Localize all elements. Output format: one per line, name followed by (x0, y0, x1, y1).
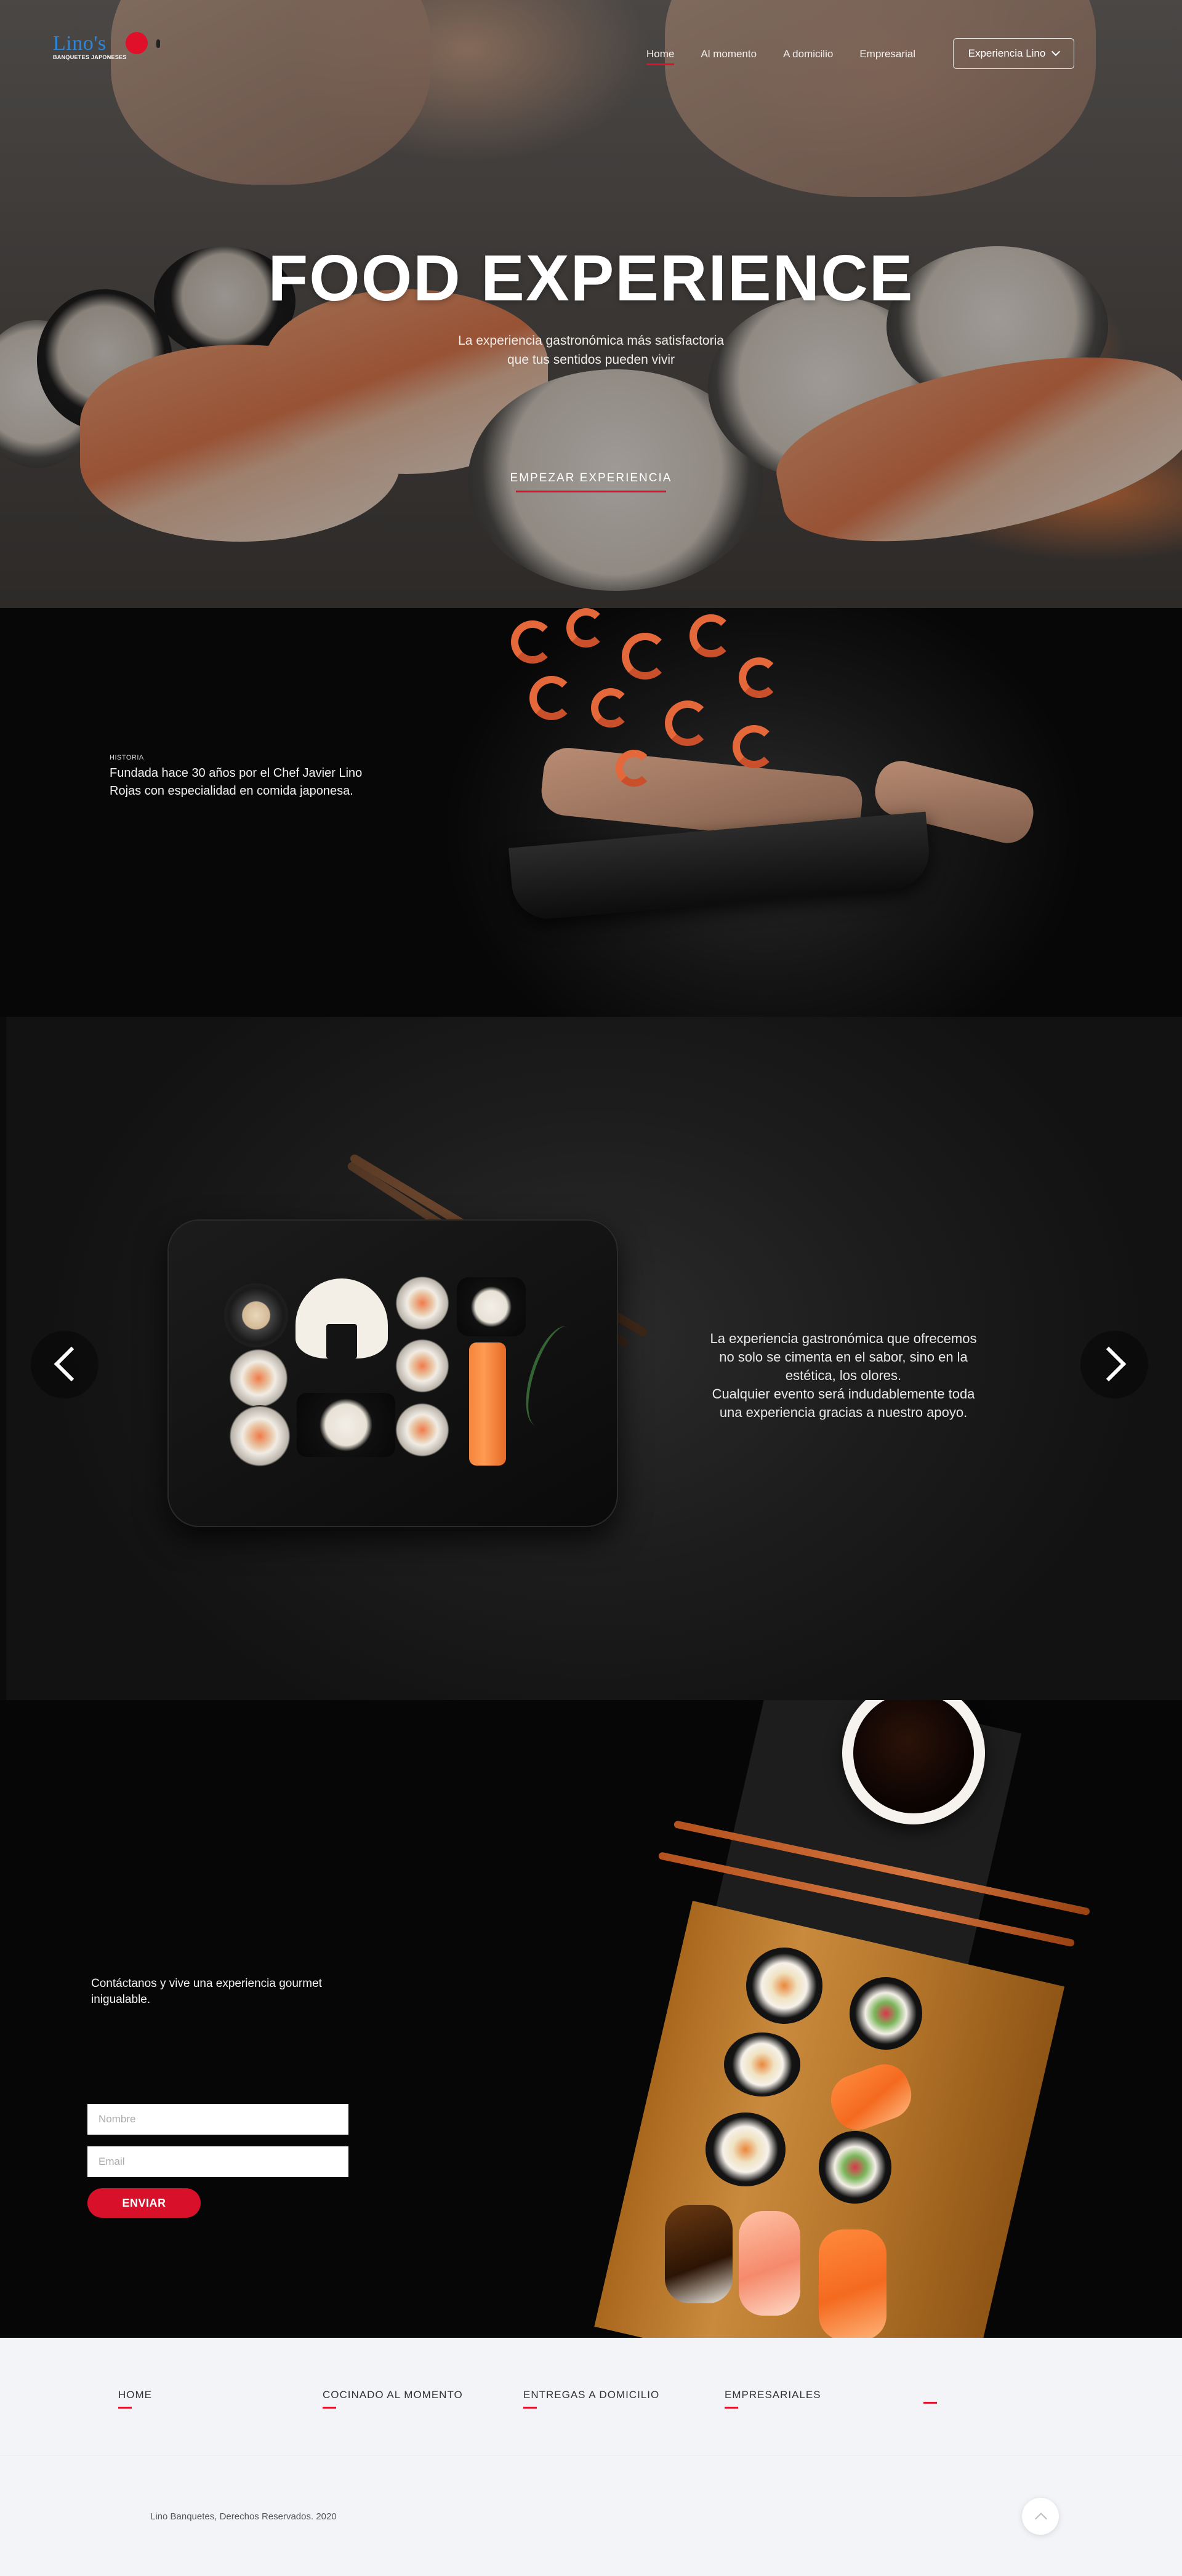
back-to-top-button[interactable] (1022, 2498, 1059, 2535)
salmon-nigiri-image (469, 1342, 506, 1466)
slider-text-line2: no solo se cimenta en el sabor, sino en … (719, 1349, 968, 1365)
email-field[interactable] (87, 2146, 348, 2177)
footer (0, 2338, 1182, 2576)
slider-text-line4: Cualquier evento será indudablemente tod… (712, 1386, 975, 1402)
brand-tagline: BANQUETES JAPONESES (53, 54, 127, 60)
hero-section: Lino's BANQUETES JAPONESES Home Al momen… (0, 0, 1182, 608)
nav-item-a-domicilio[interactable]: A domicilio (783, 48, 833, 60)
send-button[interactable]: ENVIAR (87, 2188, 201, 2218)
historia-label: HISTORIA (110, 754, 144, 761)
sushi-piece-image (850, 1977, 922, 2050)
sushi-piece-image (297, 1393, 395, 1457)
brand-logo-text: Lino's (53, 32, 107, 55)
hero-subtitle: La experiencia gastronómica más satisfac… (0, 331, 1182, 369)
sushi-piece-image (229, 1349, 288, 1408)
footer-link-home[interactable]: HOME (118, 2389, 152, 2409)
shrimp-image (616, 750, 653, 787)
sushi-piece-image (395, 1276, 449, 1330)
slider-next-button[interactable] (1080, 1331, 1148, 1398)
onigiri-image (296, 1278, 388, 1358)
contact-section (0, 1700, 1182, 2338)
sushi-plate-image (167, 1219, 618, 1527)
slider-text: La experiencia gastronómica que ofrecemo… (696, 1330, 991, 1422)
hero-subtitle-line1: La experiencia gastronómica más satisfac… (458, 334, 724, 348)
footer-link-entregas[interactable]: ENTREGAS A DOMICILIO (523, 2389, 659, 2409)
chevron-up-icon (1035, 2513, 1047, 2525)
chevron-left-icon (54, 1346, 89, 1382)
chevron-right-icon (1091, 1346, 1127, 1382)
sushi-piece-image (395, 1403, 449, 1457)
hero-title: FOOD EXPERIENCE (268, 242, 914, 315)
name-field[interactable] (87, 2104, 348, 2135)
sushi-piece-image (819, 2131, 891, 2204)
logo-red-circle-icon (126, 32, 148, 54)
contact-text: Contáctanos y vive una experiencia gourm… (91, 1977, 322, 2006)
shrimp-image (566, 608, 606, 648)
logo-mark-icon (156, 39, 160, 48)
sushi-piece-image (395, 1339, 449, 1393)
footer-link-empresariales[interactable]: EMPRESARIALES (725, 2389, 821, 2409)
sushi-piece-image (724, 2032, 800, 2097)
nav-item-home[interactable]: Home (646, 48, 675, 65)
experiencia-lino-label: Experiencia Lino (968, 47, 1046, 59)
chevron-down-icon (1051, 47, 1061, 57)
salmon-nigiri-image (819, 2229, 886, 2338)
copyright-text: Lino Banquetes, Derechos Reservados. 202… (150, 2511, 337, 2522)
sushi-piece-image (706, 2113, 786, 2186)
shrimp-image (733, 725, 776, 768)
slider-prev-button[interactable] (31, 1331, 98, 1398)
slider-text-line3: estética, los olores. (785, 1368, 902, 1383)
sushi-piece-image (229, 1405, 291, 1467)
historia-section (0, 608, 1182, 1017)
sushi-piece-image (224, 1283, 288, 1347)
brand-logo[interactable]: Lino's BANQUETES JAPONESES (53, 27, 164, 64)
sushi-piece-image (746, 1948, 822, 2024)
hero-subtitle-line2: que tus sentidos pueden vivir (507, 353, 675, 367)
historia-text: Fundada hace 30 años por el Chef Javier … (110, 766, 363, 798)
start-experience-button[interactable]: EMPEZAR EXPERIENCIA (499, 471, 683, 492)
shrimp-image (690, 614, 733, 657)
experiencia-lino-dropdown[interactable]: Experiencia Lino (953, 38, 1074, 69)
eel-nigiri-image (665, 2205, 733, 2303)
slider-text-line5: una experiencia gracias a nuestro apoyo. (719, 1405, 968, 1420)
herb-garnish-image (515, 1320, 589, 1433)
shrimp-image (665, 700, 710, 746)
shrimp-image (739, 657, 779, 698)
nav-item-al-momento[interactable]: Al momento (701, 48, 757, 60)
shrimp-image (622, 633, 669, 680)
main-nav: Home Al momento A domicilio Empresarial (646, 38, 942, 70)
footer-link-cocinado[interactable]: COCINADO AL MOMENTO (323, 2389, 463, 2409)
slider-text-line1: La experiencia gastronómica que ofrecemo… (710, 1331, 977, 1346)
shrimp-nigiri-image (739, 2211, 800, 2316)
nav-item-empresarial[interactable]: Empresarial (859, 48, 915, 60)
footer-accent-dash (923, 2402, 937, 2404)
shrimp-image (529, 676, 574, 720)
sushi-piece-image (457, 1277, 526, 1336)
shrimp-image (591, 688, 630, 728)
experience-slider: La experiencia gastronómica que ofrecemo… (6, 1017, 1182, 1700)
shrimp-image (511, 620, 554, 664)
